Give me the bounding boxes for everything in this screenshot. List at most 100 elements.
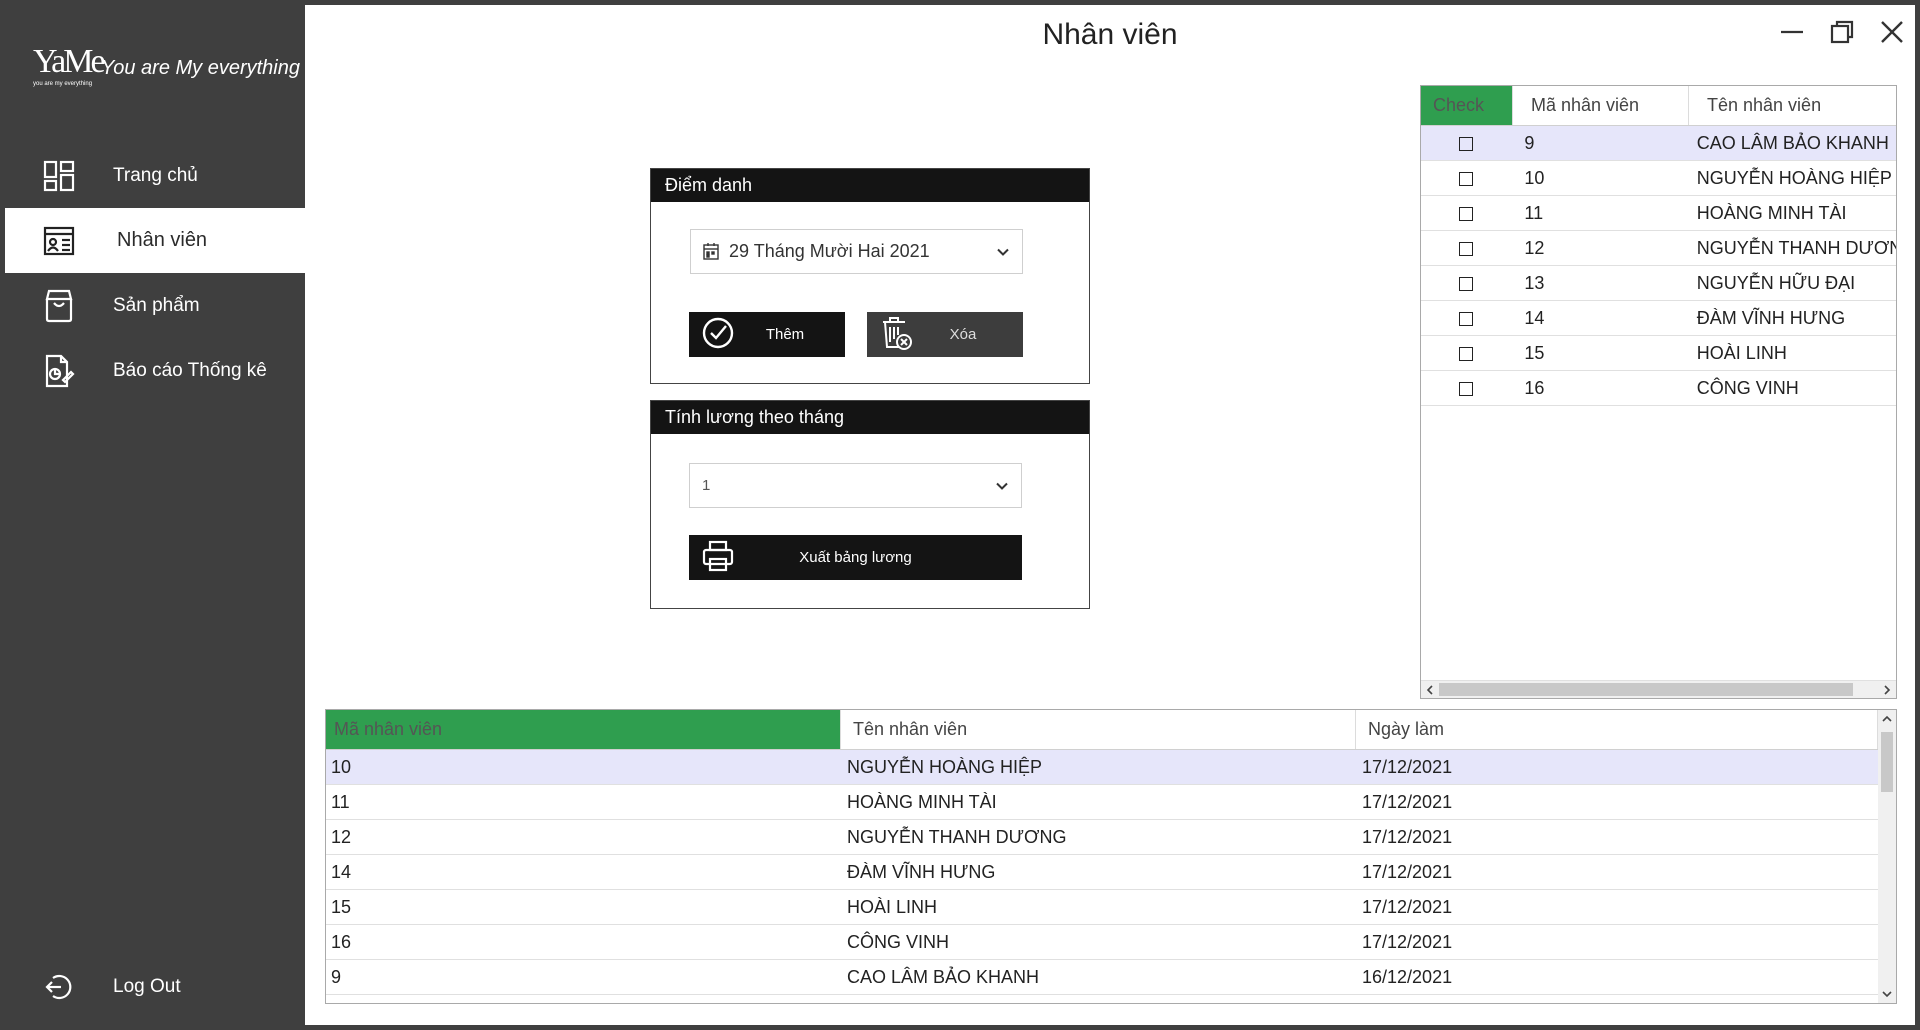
sidebar-item-home[interactable]: Trang chủ xyxy=(5,143,305,208)
export-payroll-button[interactable]: Xuất bảng lương xyxy=(689,535,1022,580)
table-row[interactable]: 10 NGUYỄN HOÀNG HIỆP xyxy=(1421,161,1896,196)
salary-month-select[interactable]: 1 xyxy=(689,463,1022,508)
close-icon xyxy=(1881,21,1903,43)
table-row[interactable]: 13 NGUYỄN HỮU ĐẠI xyxy=(1421,266,1896,301)
row-checkbox[interactable] xyxy=(1458,172,1473,187)
column-header-work-date[interactable]: Ngày làm xyxy=(1356,710,1878,749)
row-checkbox[interactable] xyxy=(1458,382,1473,397)
table-row[interactable]: 14 ĐÀM VĨNH HƯNG 17/12/2021 xyxy=(326,855,1878,890)
employee-card-icon xyxy=(41,223,77,259)
cell-work-date: 17/12/2021 xyxy=(1362,827,1453,847)
sidebar-item-employees[interactable]: Nhân viên xyxy=(5,208,305,273)
scrollbar-thumb[interactable] xyxy=(1439,683,1853,696)
cell-employee-id: 12 xyxy=(331,827,352,847)
row-checkbox-cell xyxy=(1421,336,1510,371)
column-header-employee-name[interactable]: Tên nhân viên xyxy=(1689,86,1896,125)
row-checkbox-cell xyxy=(1421,161,1510,196)
attendance-date-picker[interactable]: 29 Tháng Mười Hai 2021 xyxy=(690,229,1023,274)
cell-employee-name: HOÀNG MINH TÀI xyxy=(847,792,997,812)
cell-employee-name: CAO LÂM BẢO KHANH xyxy=(1696,133,1889,153)
vertical-scrollbar[interactable] xyxy=(1878,710,1896,1003)
dashboard-icon xyxy=(41,158,77,194)
close-button[interactable] xyxy=(1874,14,1910,50)
table-row[interactable]: 15 HOÀI LINH 17/12/2021 xyxy=(326,890,1878,925)
cell-employee-id: 9 xyxy=(331,967,342,987)
sidebar-item-label: Trang chủ xyxy=(113,164,198,186)
scroll-right-icon[interactable] xyxy=(1882,684,1892,696)
scroll-up-icon[interactable] xyxy=(1881,714,1893,724)
attendance-grid-header: Mã nhân viên Tên nhân viên Ngày làm xyxy=(326,710,1878,750)
table-row[interactable]: 16 CÔNG VINH 17/12/2021 xyxy=(326,925,1878,960)
cell-employee-id: 12 xyxy=(1524,238,1545,258)
table-row[interactable]: 12 NGUYỄN THANH DƯƠNG 17/12/2021 xyxy=(326,820,1878,855)
cell-employee-name: CAO LÂM BẢO KHANH xyxy=(847,967,1040,987)
logout-button[interactable]: Log Out xyxy=(5,954,305,1019)
table-row[interactable]: 11 HOÀNG MINH TÀI 17/12/2021 xyxy=(326,785,1878,820)
delete-attendance-button[interactable]: Xóa xyxy=(867,312,1023,357)
table-row[interactable]: 14 ĐÀM VĨNH HƯNG xyxy=(1421,301,1896,336)
brand-tagline: You are My everything xyxy=(101,57,300,79)
row-checkbox[interactable] xyxy=(1458,207,1473,222)
cell-work-date: 17/12/2021 xyxy=(1362,932,1453,952)
row-checkbox[interactable] xyxy=(1458,242,1473,257)
add-attendance-button[interactable]: Thêm xyxy=(689,312,845,357)
cell-work-date: 17/12/2021 xyxy=(1362,862,1453,882)
table-row[interactable]: 12 NGUYỄN THANH DƯƠNG xyxy=(1421,231,1896,266)
logo-subtext: you are my everything xyxy=(33,81,93,87)
logout-label: Log Out xyxy=(113,975,181,997)
salary-panel: Tính lương theo tháng 1 Xuất bảng lương xyxy=(650,400,1090,609)
table-row[interactable]: 9 CAO LÂM BẢO KHANH xyxy=(1421,126,1896,161)
cell-employee-name: NGUYỄN HỮU ĐẠI xyxy=(1696,273,1856,293)
table-row[interactable]: 11 HOÀNG MINH TÀI xyxy=(1421,196,1896,231)
sidebar: YaMe you are my everything You are My ev… xyxy=(5,5,305,1025)
cell-employee-id: 10 xyxy=(1524,168,1545,188)
horizontal-scrollbar[interactable] xyxy=(1421,680,1896,698)
cell-employee-name: HOÀI LINH xyxy=(1696,343,1787,363)
product-bag-icon xyxy=(41,288,77,324)
cell-employee-id: 10 xyxy=(331,757,352,777)
table-row[interactable]: 16 CÔNG VINH xyxy=(1421,371,1896,406)
row-checkbox[interactable] xyxy=(1458,277,1473,292)
scroll-down-icon[interactable] xyxy=(1881,989,1893,999)
cell-employee-name: CÔNG VINH xyxy=(847,932,950,952)
table-row[interactable]: 10 NGUYỄN HOÀNG HIỆP 17/12/2021 xyxy=(326,750,1878,785)
row-checkbox[interactable] xyxy=(1458,137,1473,152)
sidebar-item-label: Nhân viên xyxy=(117,229,208,251)
cell-employee-name: NGUYỄN THANH DƯƠNG xyxy=(847,827,1067,847)
row-checkbox-cell xyxy=(1421,371,1510,406)
logout-icon xyxy=(41,969,77,1005)
sidebar-item-products[interactable]: Sản phẩm xyxy=(5,273,305,338)
cell-employee-name: CÔNG VINH xyxy=(1696,378,1799,398)
cell-employee-name: HOÀNG MINH TÀI xyxy=(1696,203,1847,223)
add-attendance-label: Thêm xyxy=(765,326,805,343)
cell-employee-id: 11 xyxy=(331,792,350,812)
row-checkbox[interactable] xyxy=(1458,312,1473,327)
cell-employee-name: ĐÀM VĨNH HƯNG xyxy=(1696,308,1846,328)
table-row[interactable]: 15 HOÀI LINH xyxy=(1421,336,1896,371)
scroll-left-icon[interactable] xyxy=(1425,684,1435,696)
salary-month-value: 1 xyxy=(702,477,711,494)
table-row[interactable]: 9 CAO LÂM BẢO KHANH 16/12/2021 xyxy=(326,960,1878,995)
restore-button[interactable] xyxy=(1824,14,1860,50)
cell-work-date: 17/12/2021 xyxy=(1362,792,1453,812)
cell-employee-name: ĐÀM VĨNH HƯNG xyxy=(847,862,996,882)
scrollbar-thumb[interactable] xyxy=(1881,732,1893,792)
chevron-down-icon xyxy=(996,241,1010,262)
column-header-check[interactable]: Check xyxy=(1421,86,1513,125)
column-header-employee-id[interactable]: Mã nhân viên xyxy=(326,710,841,749)
cell-employee-name: NGUYỄN HOÀNG HIỆP xyxy=(847,757,1043,777)
column-header-employee-name[interactable]: Tên nhân viên xyxy=(841,710,1356,749)
restore-icon xyxy=(1830,20,1854,44)
cell-employee-id: 16 xyxy=(331,932,352,952)
row-checkbox[interactable] xyxy=(1458,347,1473,362)
column-header-employee-id[interactable]: Mã nhân viên xyxy=(1513,86,1689,125)
attendance-grid: Mã nhân viên Tên nhân viên Ngày làm 10 NG… xyxy=(325,709,1897,1004)
cell-employee-id: 9 xyxy=(1524,133,1535,153)
attendance-panel-title: Điểm danh xyxy=(651,169,1089,202)
minimize-button[interactable] xyxy=(1774,14,1810,50)
cell-employee-id: 14 xyxy=(1524,308,1545,328)
cell-employee-id: 15 xyxy=(331,897,352,917)
cell-work-date: 17/12/2021 xyxy=(1362,757,1453,777)
sidebar-item-reports[interactable]: Báo cáo Thống kê xyxy=(5,338,305,403)
sidebar-item-label: Báo cáo Thống kê xyxy=(113,359,267,381)
